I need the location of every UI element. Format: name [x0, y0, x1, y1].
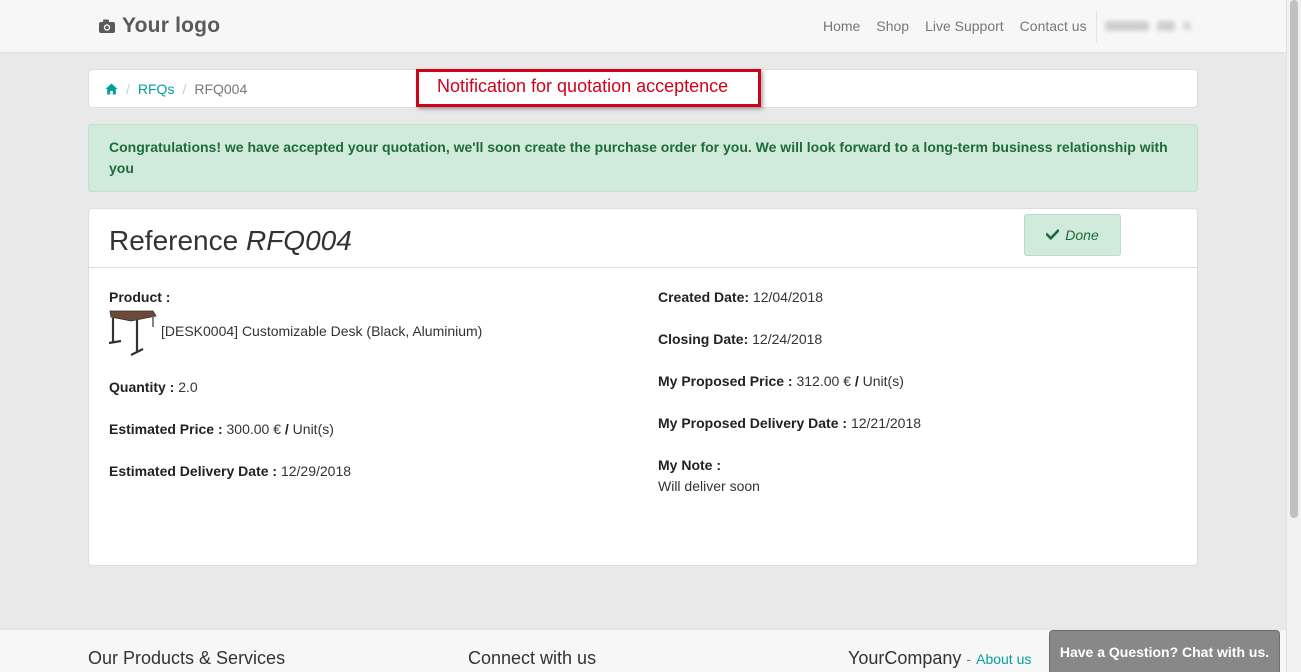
nav-live-support-link[interactable]: Live Support: [917, 18, 1012, 34]
breadcrumb-current: RFQ004: [194, 80, 248, 97]
reference-prefix: Reference: [109, 225, 239, 256]
note-label: My Note :: [658, 457, 721, 473]
rfq-panel: Reference RFQ004 Done Product : [DESK000…: [88, 208, 1198, 566]
created-date-value: 12/04/2018: [752, 289, 823, 305]
page-scrollbar[interactable]: [1286, 0, 1301, 672]
product-row: [DESK0004] Customizable Desk (Black, Alu…: [108, 309, 483, 360]
nav-contact-link[interactable]: Contact us: [1012, 18, 1095, 34]
proposed-price-label: My Proposed Price :: [658, 373, 793, 389]
quantity-value: 2.0: [178, 379, 198, 395]
footer-company-name: YourCompany: [848, 648, 962, 668]
live-chat-button[interactable]: Have a Question? Chat with us.: [1049, 630, 1280, 672]
quantity-label: Quantity :: [109, 379, 175, 395]
top-navbar: Your logo Home Shop Live Support Contact…: [0, 0, 1286, 53]
logo-text: Your logo: [122, 14, 221, 37]
user-extra-blurred: [1157, 21, 1175, 31]
home-icon[interactable]: [105, 83, 118, 95]
nav-shop-link[interactable]: Shop: [868, 18, 917, 34]
quantity-field: Quantity : 2.0: [109, 379, 198, 395]
note-value: Will deliver soon: [658, 478, 760, 494]
scrollbar-thumb[interactable]: [1290, 0, 1298, 518]
page-title: Reference RFQ004: [109, 225, 352, 257]
footer-company: YourCompany - About us: [848, 648, 1031, 669]
camera-icon: [98, 18, 116, 34]
proposed-price-unit: Unit(s): [862, 373, 904, 389]
estimated-delivery-label: Estimated Delivery Date :: [109, 463, 278, 479]
footer-about-link[interactable]: About us: [976, 651, 1031, 667]
logo[interactable]: Your logo: [98, 12, 220, 40]
created-date-label: Created Date:: [658, 289, 750, 305]
proposed-price-field: My Proposed Price : 312.00 € / Unit(s): [658, 373, 904, 389]
nav-links: Home Shop Live Support Contact us: [815, 0, 1095, 52]
success-alert: Congratulations! we have accepted your q…: [88, 124, 1198, 192]
closing-date-label: Closing Date:: [658, 331, 749, 347]
chevron-down-icon: [1183, 22, 1191, 30]
estimated-delivery-value: 12/29/2018: [280, 463, 352, 479]
estimated-price-value: 300.00 €: [226, 421, 282, 437]
proposed-delivery-value: 12/21/2018: [850, 415, 922, 431]
unit-separator: /: [854, 373, 859, 389]
footer-products-heading: Our Products & Services: [88, 648, 286, 668]
estimated-price-label: Estimated Price :: [109, 421, 223, 437]
estimated-price-field: Estimated Price : 300.00 € / Unit(s): [109, 421, 334, 437]
done-status-button[interactable]: Done: [1024, 214, 1121, 256]
breadcrumb-rfqs-link[interactable]: RFQs: [138, 81, 175, 97]
note-field: My Note :: [658, 457, 721, 473]
unit-separator: /: [284, 421, 289, 437]
proposed-price-value: 312.00 €: [796, 373, 851, 389]
nav-home-link[interactable]: Home: [815, 18, 868, 34]
closing-date-field: Closing Date: 12/24/2018: [658, 331, 822, 347]
estimated-price-unit: Unit(s): [292, 421, 334, 437]
footer-company-separator: -: [966, 651, 972, 667]
breadcrumb-separator: /: [126, 80, 130, 97]
estimated-delivery-field: Estimated Delivery Date : 12/29/2018: [109, 463, 351, 479]
footer-connect-heading: Connect with us: [468, 648, 597, 668]
panel-header: Reference RFQ004 Done: [89, 209, 1197, 268]
reference-code: RFQ004: [245, 225, 352, 256]
user-menu[interactable]: [1096, 10, 1196, 42]
product-label: Product :: [109, 289, 171, 305]
created-date-field: Created Date: 12/04/2018: [658, 289, 823, 305]
breadcrumb-separator: /: [182, 80, 187, 97]
user-name-blurred: [1105, 21, 1149, 31]
done-label: Done: [1065, 227, 1099, 243]
product-field: Product :: [109, 289, 170, 305]
check-icon: [1045, 227, 1061, 243]
product-image: [108, 309, 157, 360]
proposed-delivery-field: My Proposed Delivery Date : 12/21/2018: [658, 415, 921, 431]
annotation-callout: Notification for quotation acceptence: [416, 69, 761, 107]
closing-date-value: 12/24/2018: [752, 331, 823, 347]
product-name: [DESK0004] Customizable Desk (Black, Alu…: [161, 323, 483, 339]
proposed-delivery-label: My Proposed Delivery Date :: [658, 415, 848, 431]
